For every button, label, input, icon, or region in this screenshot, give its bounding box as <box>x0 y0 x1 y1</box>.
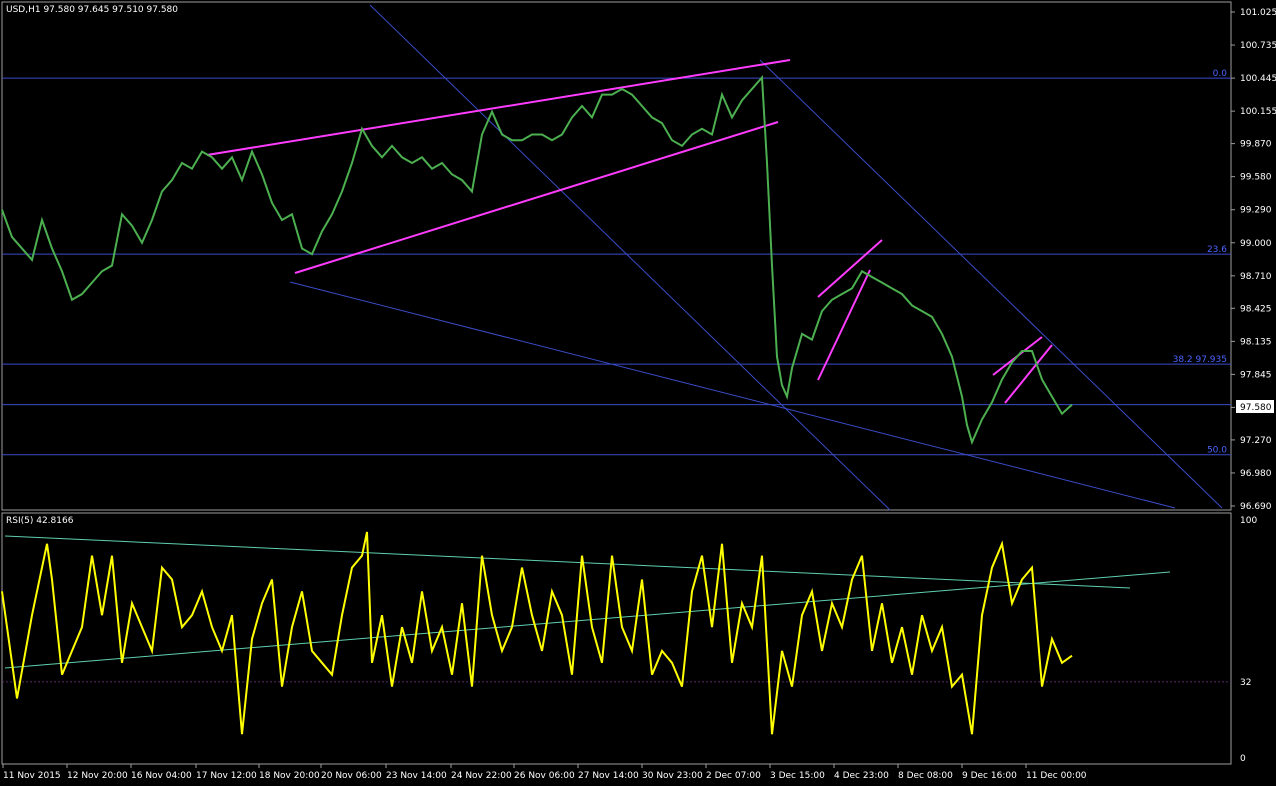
time-tick-label: 24 Nov 22:00 <box>451 771 512 781</box>
time-tick-label: 17 Nov 12:00 <box>196 771 257 781</box>
rsi-tick-label: 100 <box>1240 516 1257 526</box>
time-tick-label: 11 Dec 00:00 <box>1026 771 1087 781</box>
price-tick-label: 101.025 <box>1240 8 1276 18</box>
time-tick-label: 30 Nov 23:00 <box>642 771 703 781</box>
time-tick-label: 8 Dec 08:00 <box>898 771 953 781</box>
time-tick-label: 9 Dec 16:00 <box>962 771 1017 781</box>
time-tick-label: 20 Nov 06:00 <box>321 771 382 781</box>
price-tick-label: 99.000 <box>1240 239 1272 249</box>
fib-level-label: 50.0 <box>1207 446 1227 456</box>
price-tick-label: 98.135 <box>1240 337 1272 347</box>
chart-root: 0.0 23.6 38.2 97.935 50.0 101.025 100.735 100… <box>0 0 1276 786</box>
time-tick-label: 11 Nov 2015 <box>3 771 61 781</box>
symbol-info: USD,H1 97.580 97.645 97.510 97.580 <box>6 5 178 15</box>
price-tick-label: 97.845 <box>1240 370 1272 380</box>
current-price-label: 97.580 <box>1240 403 1272 413</box>
fib-level-label: 23.6 <box>1207 245 1227 255</box>
price-tick-label: 98.425 <box>1240 304 1272 314</box>
time-tick-label: 23 Nov 14:00 <box>386 771 447 781</box>
rsi-tick-label: 0 <box>1240 754 1246 764</box>
price-tick-label: 96.980 <box>1240 469 1272 479</box>
price-tick-label: 99.580 <box>1240 173 1272 183</box>
time-tick-label: 12 Nov 20:00 <box>67 771 128 781</box>
time-tick-label: 18 Nov 20:00 <box>259 771 320 781</box>
time-tick-label: 2 Dec 07:00 <box>706 771 761 781</box>
price-tick-label: 99.870 <box>1240 140 1272 150</box>
time-tick-label: 16 Nov 04:00 <box>131 771 192 781</box>
price-tick-label: 100.445 <box>1240 74 1276 84</box>
fib-level-label: 38.2 97.935 <box>1173 355 1227 365</box>
rsi-title: RSI(5) 42.8166 <box>6 516 74 526</box>
time-tick-label: 4 Dec 23:00 <box>834 771 889 781</box>
price-tick-label: 97.270 <box>1240 436 1272 446</box>
chart-background <box>0 0 1276 786</box>
fib-level-label: 0.0 <box>1213 69 1228 79</box>
price-tick-label: 98.710 <box>1240 272 1272 282</box>
time-tick-label: 26 Nov 06:00 <box>514 771 575 781</box>
time-tick-label: 27 Nov 14:00 <box>578 771 639 781</box>
price-tick-label: 100.735 <box>1240 41 1276 51</box>
price-tick-label: 99.290 <box>1240 206 1272 216</box>
price-tick-label: 100.155 <box>1240 107 1276 117</box>
price-tick-label: 96.690 <box>1240 502 1272 512</box>
time-tick-label: 3 Dec 15:00 <box>770 771 825 781</box>
rsi-tick-label: 32 <box>1240 678 1251 688</box>
